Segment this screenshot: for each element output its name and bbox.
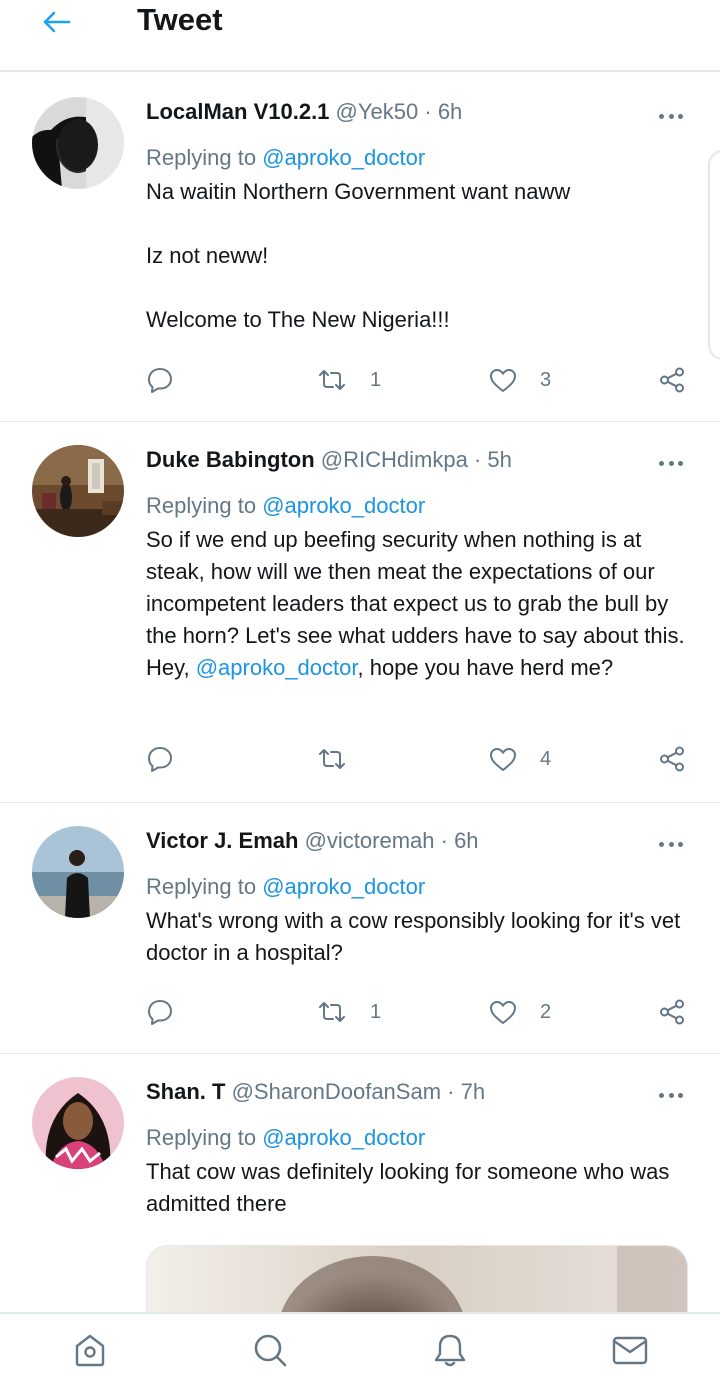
like-button[interactable]: 2 bbox=[488, 994, 551, 1030]
tweet-text: That cow was definitely looking for some… bbox=[146, 1159, 670, 1216]
retweet-button[interactable]: 1 bbox=[316, 994, 381, 1030]
display-name[interactable]: Shan. T bbox=[146, 1079, 225, 1104]
replying-to: Replying to @aproko_doctor bbox=[146, 492, 686, 520]
user-handle[interactable]: @SharonDoofanSam bbox=[232, 1079, 441, 1104]
nav-home-button[interactable] bbox=[70, 1330, 110, 1370]
like-button[interactable]: 3 bbox=[488, 362, 551, 398]
retweet-button[interactable]: 1 bbox=[316, 362, 381, 398]
tweet-text: What's wrong with a cow responsibly look… bbox=[146, 908, 681, 965]
more-options-icon[interactable] bbox=[656, 834, 686, 854]
share-icon bbox=[660, 746, 684, 772]
scroll-handle[interactable] bbox=[708, 150, 720, 360]
mention-link[interactable]: @aproko_doctor bbox=[262, 874, 425, 899]
avatar[interactable] bbox=[32, 1077, 124, 1169]
reply-icon bbox=[148, 1000, 172, 1025]
retweet-icon bbox=[319, 370, 345, 390]
retweet-icon bbox=[319, 1002, 345, 1022]
heart-icon bbox=[490, 369, 516, 392]
user-handle[interactable]: @victoremah bbox=[305, 828, 435, 853]
share-icon bbox=[660, 367, 684, 393]
mention-link[interactable]: @aproko_doctor bbox=[262, 145, 425, 170]
mention-link[interactable]: @aproko_doctor bbox=[196, 655, 358, 680]
reply-icon bbox=[148, 368, 172, 393]
more-options-icon[interactable] bbox=[656, 1085, 686, 1105]
reply-button[interactable] bbox=[146, 741, 174, 777]
avatar[interactable] bbox=[32, 826, 124, 918]
timestamp: · 6h bbox=[424, 99, 463, 124]
replying-to: Replying to @aproko_doctor bbox=[146, 1124, 686, 1152]
retweet-count: 1 bbox=[370, 1000, 382, 1023]
tweet-reply[interactable]: LocalMan V10.2.1 @Yek50 · 6h Replying to… bbox=[0, 74, 720, 422]
share-icon bbox=[660, 999, 684, 1025]
replying-to: Replying to @aproko_doctor bbox=[146, 144, 686, 172]
heart-icon bbox=[490, 1001, 516, 1024]
messages-icon bbox=[612, 1336, 648, 1365]
avatar[interactable] bbox=[32, 445, 124, 537]
reply-icon bbox=[148, 747, 172, 772]
tweet-actions: 1 3 bbox=[146, 362, 691, 398]
reply-button[interactable] bbox=[146, 994, 174, 1030]
retweet-count: 1 bbox=[370, 368, 382, 391]
mention-link[interactable]: @aproko_doctor bbox=[262, 1125, 425, 1150]
notifications-icon bbox=[434, 1334, 466, 1367]
nav-search-button[interactable] bbox=[250, 1330, 290, 1370]
tweet-line: Welcome to The New Nigeria!!! bbox=[146, 307, 450, 332]
arrow-left-icon bbox=[43, 11, 71, 33]
replying-label: Replying to bbox=[146, 1125, 263, 1150]
replying-label: Replying to bbox=[146, 493, 263, 518]
retweet-icon bbox=[319, 749, 345, 769]
timestamp: · 6h bbox=[440, 828, 479, 853]
back-button[interactable] bbox=[36, 4, 76, 40]
home-icon bbox=[75, 1334, 105, 1367]
like-count: 4 bbox=[540, 747, 552, 770]
tweet-meta: Victor J. Emah @victoremah · 6h bbox=[146, 827, 686, 855]
tweet-line: Iz not neww! bbox=[146, 243, 269, 268]
user-handle[interactable]: @Yek50 bbox=[336, 99, 419, 124]
tweet-meta: Shan. T @SharonDoofanSam · 7h bbox=[146, 1078, 686, 1106]
share-button[interactable] bbox=[658, 362, 686, 398]
bottom-navigation bbox=[0, 1312, 720, 1378]
tweet-meta: Duke Babington @RICHdimkpa · 5h bbox=[146, 446, 686, 474]
heart-icon bbox=[490, 748, 516, 771]
top-bar: Tweet bbox=[0, 0, 720, 72]
share-button[interactable] bbox=[658, 741, 686, 777]
tweet-actions: 4 bbox=[146, 741, 691, 777]
tweet-reply[interactable]: Victor J. Emah @victoremah · 6h Replying… bbox=[0, 804, 720, 1054]
user-handle[interactable]: @RICHdimkpa bbox=[321, 447, 468, 472]
nav-notifications-button[interactable] bbox=[430, 1330, 470, 1370]
more-options-icon[interactable] bbox=[656, 106, 686, 126]
like-button[interactable]: 4 bbox=[488, 741, 551, 777]
like-count: 3 bbox=[540, 368, 552, 391]
replying-to: Replying to @aproko_doctor bbox=[146, 873, 686, 901]
replying-label: Replying to bbox=[146, 145, 263, 170]
display-name[interactable]: Duke Babington bbox=[146, 447, 315, 472]
timestamp: · 5h bbox=[473, 447, 512, 472]
tweet-text: Na waitin Northern Government want naww … bbox=[146, 176, 686, 336]
tweet-text: So if we end up beefing security when no… bbox=[146, 524, 686, 684]
tweet-reply[interactable]: Shan. T @SharonDoofanSam · 7h Replying t… bbox=[0, 1055, 720, 1335]
avatar[interactable] bbox=[32, 97, 124, 189]
replying-label: Replying to bbox=[146, 874, 263, 899]
tweet-actions: 1 2 bbox=[146, 994, 691, 1030]
tweet-meta: LocalMan V10.2.1 @Yek50 · 6h bbox=[146, 98, 686, 126]
timestamp: · 7h bbox=[447, 1079, 486, 1104]
page-title: Tweet bbox=[137, 2, 223, 37]
display-name[interactable]: Victor J. Emah bbox=[146, 828, 298, 853]
tweet-reply[interactable]: Duke Babington @RICHdimkpa · 5h Replying… bbox=[0, 423, 720, 803]
like-count: 2 bbox=[540, 1000, 552, 1023]
mention-link[interactable]: @aproko_doctor bbox=[262, 493, 425, 518]
share-button[interactable] bbox=[658, 994, 686, 1030]
retweet-button[interactable] bbox=[316, 741, 370, 777]
more-options-icon[interactable] bbox=[656, 453, 686, 473]
reply-button[interactable] bbox=[146, 362, 174, 398]
tweet-text-part: , hope you have herd me? bbox=[357, 655, 614, 680]
nav-messages-button[interactable] bbox=[610, 1330, 650, 1370]
tweet-line: Na waitin Northern Government want naww bbox=[146, 179, 571, 204]
display-name[interactable]: LocalMan V10.2.1 bbox=[146, 99, 329, 124]
search-icon bbox=[254, 1334, 287, 1367]
